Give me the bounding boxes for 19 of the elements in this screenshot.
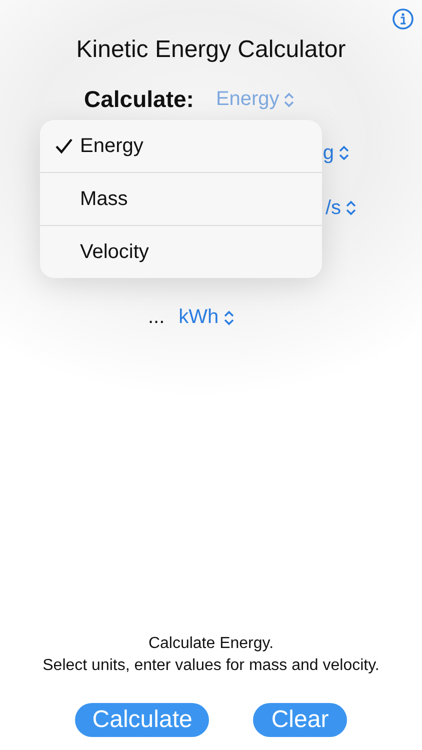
menu-item[interactable]: Energy — [40, 120, 322, 173]
calculate-label: Calculate: — [84, 86, 194, 113]
action-button[interactable]: Calculate — [75, 703, 210, 737]
info-icon[interactable] — [392, 8, 414, 30]
quantity-picker[interactable]: Energy — [216, 88, 296, 111]
chevron-icon — [222, 308, 235, 326]
unit-picker[interactable]: g — [322, 139, 350, 167]
action-button[interactable]: Clear — [253, 703, 347, 737]
unit-picker[interactable]: kWh — [178, 306, 235, 329]
chevron-icon — [345, 199, 357, 217]
result-value: ... — [148, 306, 165, 329]
hint-text: Calculate Energy. — [147, 634, 275, 654]
menu-item[interactable]: Mass — [40, 173, 322, 226]
chevron-icon — [338, 144, 350, 162]
chevron-icon — [283, 90, 296, 108]
hint-text: Select units, enter values for mass and velocity. — [42, 656, 380, 676]
unit-picker[interactable]: /s — [325, 194, 357, 222]
menu-item[interactable]: Velocity — [40, 226, 322, 278]
app-title: Kinetic Energy Calculator — [75, 36, 347, 64]
